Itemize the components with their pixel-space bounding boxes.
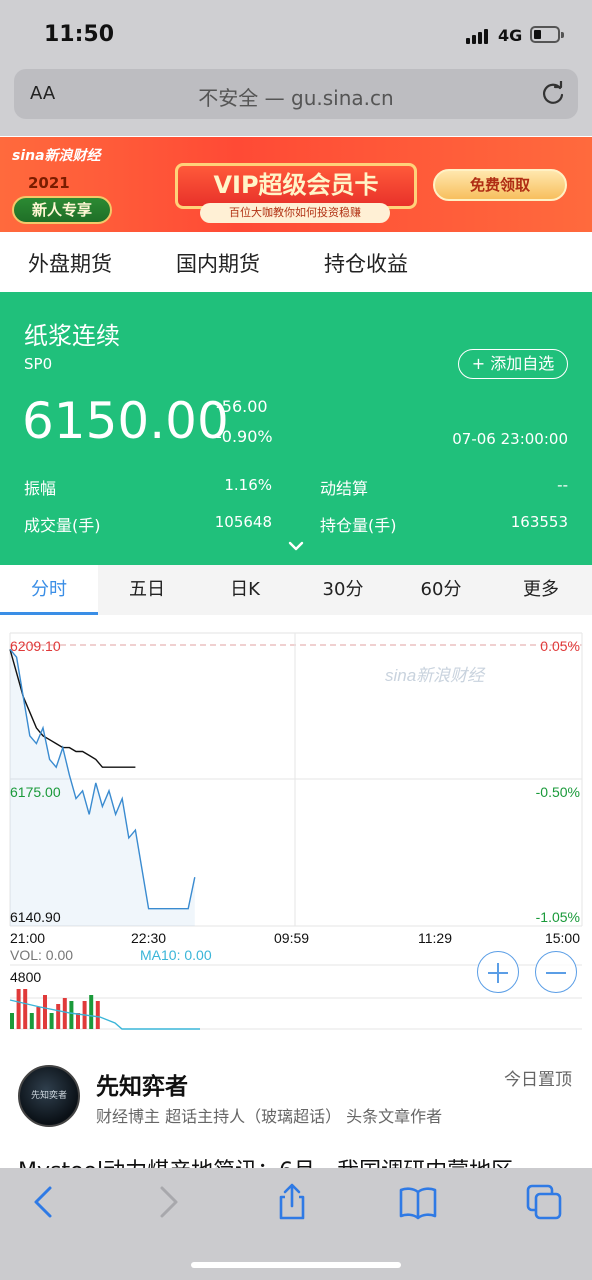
stat-label-volume: 成交量(手) bbox=[24, 516, 101, 535]
tab-position-pnl[interactable]: 持仓收益 bbox=[324, 248, 408, 278]
status-time: 11:50 bbox=[44, 22, 115, 47]
back-icon[interactable] bbox=[24, 1182, 64, 1222]
volume-bar bbox=[62, 998, 67, 1029]
pct-axis-mid: -0.50% bbox=[536, 784, 580, 800]
stat-value-amplitude: 1.16% bbox=[224, 476, 272, 494]
tab-intraday[interactable]: 分时 bbox=[0, 565, 98, 615]
pinned-label: 今日置顶 bbox=[504, 1070, 572, 1090]
zoom-in-button[interactable] bbox=[477, 951, 519, 993]
bookmarks-icon[interactable] bbox=[398, 1182, 438, 1222]
volume-bar bbox=[76, 1013, 80, 1029]
price-axis-mid: 6175.00 bbox=[10, 784, 61, 800]
signal-icon bbox=[466, 28, 492, 44]
new-user-badge: 新人专享 bbox=[12, 196, 112, 224]
instrument-code: SP0 bbox=[24, 355, 53, 373]
instrument-name: 纸浆连续 bbox=[24, 322, 120, 350]
author-description: 财经博主 超话主持人（玻璃超话） 头条文章作者 bbox=[96, 1107, 443, 1126]
time-axis-0: 21:00 bbox=[10, 930, 45, 946]
browser-chrome: 11:50 4G AA 不安全 — gu.sina.cn bbox=[0, 0, 592, 136]
volume-bar bbox=[89, 995, 94, 1029]
quote-panel: 纸浆连续 SP0 + 添加自选 6150.00 -56.00 -0.90% 07… bbox=[0, 292, 592, 565]
stat-value-volume: 105648 bbox=[214, 513, 272, 531]
quote-timestamp: 07-06 23:00:00 bbox=[452, 430, 568, 448]
reload-icon[interactable] bbox=[540, 81, 566, 107]
time-axis-4: 15:00 bbox=[545, 930, 580, 946]
battery-icon bbox=[530, 26, 564, 43]
intraday-chart[interactable]: sina新浪财经 6209.10 6175.00 6140.90 0.05% -… bbox=[0, 615, 592, 1045]
tab-60min[interactable]: 60分 bbox=[392, 565, 490, 615]
price-axis-min: 6140.90 bbox=[10, 909, 61, 925]
address-bar[interactable]: AA 不安全 — gu.sina.cn bbox=[14, 69, 578, 119]
stat-label-amplitude: 振幅 bbox=[24, 479, 57, 498]
volume-bar bbox=[16, 989, 21, 1029]
market-category-tabs: 外盘期货 国内期货 持仓收益 bbox=[0, 232, 592, 292]
volume-bar bbox=[23, 989, 28, 1029]
add-favorite-button[interactable]: + 添加自选 bbox=[458, 349, 568, 379]
home-indicator bbox=[191, 1262, 401, 1268]
volume-bar bbox=[95, 1001, 100, 1029]
author-name[interactable]: 先知弈者 bbox=[96, 1067, 188, 1101]
tabs-icon[interactable] bbox=[524, 1182, 564, 1222]
volume-bar bbox=[36, 1007, 41, 1029]
last-price: 6150.00 bbox=[22, 392, 229, 450]
chevron-down-icon[interactable] bbox=[288, 540, 304, 552]
price-axis-max: 6209.10 bbox=[10, 638, 61, 654]
ma10-label: MA10: 0.00 bbox=[140, 947, 212, 963]
vip-promo-banner[interactable]: sina新浪财经 2021 新人专享 VIP超级会员卡 百位大咖教你如何投资稳赚… bbox=[0, 137, 592, 232]
volume-label: VOL: 0.00 bbox=[10, 947, 73, 963]
stat-label-open-interest: 持仓量(手) bbox=[320, 516, 397, 535]
volume-bar bbox=[56, 1004, 61, 1029]
forward-icon[interactable] bbox=[148, 1182, 188, 1222]
tab-five-day[interactable]: 五日 bbox=[98, 565, 196, 615]
tab-more[interactable]: 更多 bbox=[490, 565, 592, 615]
pct-axis-min: -1.05% bbox=[536, 909, 580, 925]
url-text[interactable]: 不安全 — gu.sina.cn bbox=[14, 82, 578, 111]
stat-label-settlement: 动结算 bbox=[320, 479, 369, 498]
tab-domestic-futures[interactable]: 国内期货 bbox=[176, 248, 260, 278]
volume-bar bbox=[29, 1013, 34, 1029]
stat-value-open-interest: 163553 bbox=[510, 513, 568, 531]
author-avatar[interactable]: 先知奕者 bbox=[18, 1065, 80, 1127]
price-change-pct: -0.90% bbox=[216, 427, 273, 446]
watermark-text: sina新浪财经 bbox=[385, 666, 486, 685]
banner-year: 2021 bbox=[28, 174, 70, 192]
author-card[interactable]: 先知奕者 先知弈者 财经博主 超话主持人（玻璃超话） 头条文章作者 今日置顶 M… bbox=[0, 1045, 592, 1177]
time-axis-2: 09:59 bbox=[274, 930, 309, 946]
volume-bar bbox=[43, 995, 47, 1029]
stat-value-settlement: -- bbox=[557, 476, 568, 494]
banner-subtitle: 百位大咖教你如何投资稳赚 bbox=[200, 203, 390, 223]
volume-bar bbox=[69, 1001, 74, 1029]
time-axis-3: 11:29 bbox=[418, 930, 452, 946]
status-bar: 11:50 4G bbox=[0, 0, 592, 66]
sina-logo: sina新浪财经 bbox=[12, 148, 101, 164]
zoom-out-button[interactable] bbox=[535, 951, 577, 993]
network-label: 4G bbox=[498, 26, 523, 45]
tab-foreign-futures[interactable]: 外盘期货 bbox=[28, 248, 112, 278]
pct-axis-max: 0.05% bbox=[540, 638, 580, 654]
tab-daily-k[interactable]: 日K bbox=[196, 565, 294, 615]
volume-axis-max: 4800 bbox=[10, 969, 41, 985]
tab-30min[interactable]: 30分 bbox=[294, 565, 392, 615]
price-change: -56.00 bbox=[216, 397, 268, 416]
volume-bar bbox=[10, 1013, 14, 1029]
share-icon[interactable] bbox=[272, 1182, 312, 1222]
volume-bar bbox=[49, 1013, 54, 1029]
time-axis-1: 22:30 bbox=[131, 930, 166, 946]
chart-period-tabs: 分时 五日 日K 30分 60分 更多 bbox=[0, 565, 592, 615]
claim-free-button[interactable]: 免费领取 bbox=[433, 169, 567, 201]
